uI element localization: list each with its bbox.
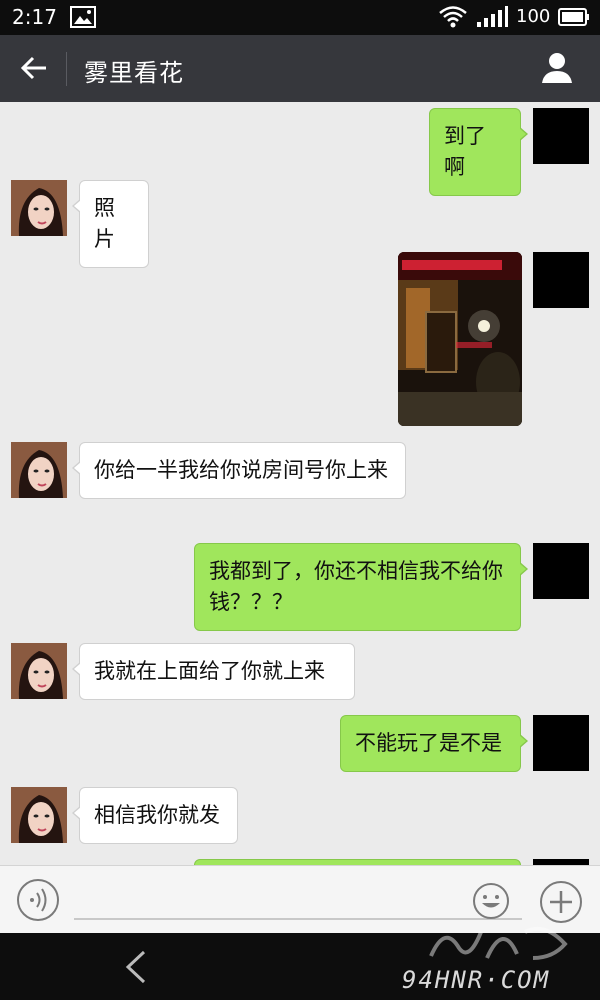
my-avatar[interactable] bbox=[533, 108, 589, 164]
nav-back-icon[interactable] bbox=[124, 950, 148, 988]
outgoing-bubble[interactable]: 我都到了，你还不相信我不给你钱？？？ bbox=[194, 543, 528, 631]
night-building-photo[interactable] bbox=[398, 252, 522, 426]
contact-avatar[interactable] bbox=[11, 442, 67, 498]
status-bar: 2:17 100 bbox=[0, 0, 600, 35]
chat-header: 雾里看花 bbox=[0, 35, 600, 102]
contact-avatar[interactable] bbox=[11, 787, 67, 843]
gallery-icon bbox=[70, 6, 96, 32]
my-avatar[interactable] bbox=[533, 715, 589, 771]
watermark-text: 94HNR·COM bbox=[402, 966, 551, 994]
message-row: 照片 bbox=[0, 180, 600, 268]
my-avatar[interactable] bbox=[533, 543, 589, 599]
contact-avatar[interactable] bbox=[11, 180, 67, 236]
message-row: 相信我你就发 bbox=[0, 787, 600, 847]
signal-icon bbox=[476, 6, 508, 32]
person-icon[interactable] bbox=[540, 51, 574, 89]
incoming-bubble[interactable]: 你给一半我给你说房间号你上来 bbox=[72, 442, 406, 499]
chat-messages[interactable]: 到了啊 照片 你给一半我给你说房间号你上来 我都到了，你还不相信我不给你钱？？？… bbox=[0, 102, 600, 865]
message-row: 你给一半我给你说房间号你上来 bbox=[0, 442, 600, 532]
status-time: 2:17 bbox=[12, 5, 57, 29]
message-row: 我就在上面给了你就上来 bbox=[0, 643, 600, 703]
my-avatar[interactable] bbox=[533, 252, 589, 308]
voice-icon[interactable] bbox=[16, 878, 60, 926]
message-row: 不能玩了是不是 bbox=[0, 715, 600, 775]
battery-level: 100 bbox=[516, 6, 551, 27]
wifi-icon bbox=[438, 5, 468, 33]
contact-avatar[interactable] bbox=[11, 643, 67, 699]
message-row: 我都到了，你还不相信我不给你钱？？？ bbox=[0, 543, 600, 633]
incoming-bubble[interactable]: 相信我你就发 bbox=[72, 787, 238, 844]
arrow-left-icon[interactable] bbox=[20, 54, 48, 86]
chat-title: 雾里看花 bbox=[84, 59, 184, 87]
header-divider bbox=[66, 52, 67, 86]
incoming-bubble[interactable]: 我就在上面给了你就上来 bbox=[72, 643, 355, 700]
message-row: 到了啊 bbox=[0, 108, 600, 196]
outgoing-bubble[interactable]: 不能玩了是不是 bbox=[340, 715, 528, 772]
battery-icon bbox=[558, 8, 590, 30]
